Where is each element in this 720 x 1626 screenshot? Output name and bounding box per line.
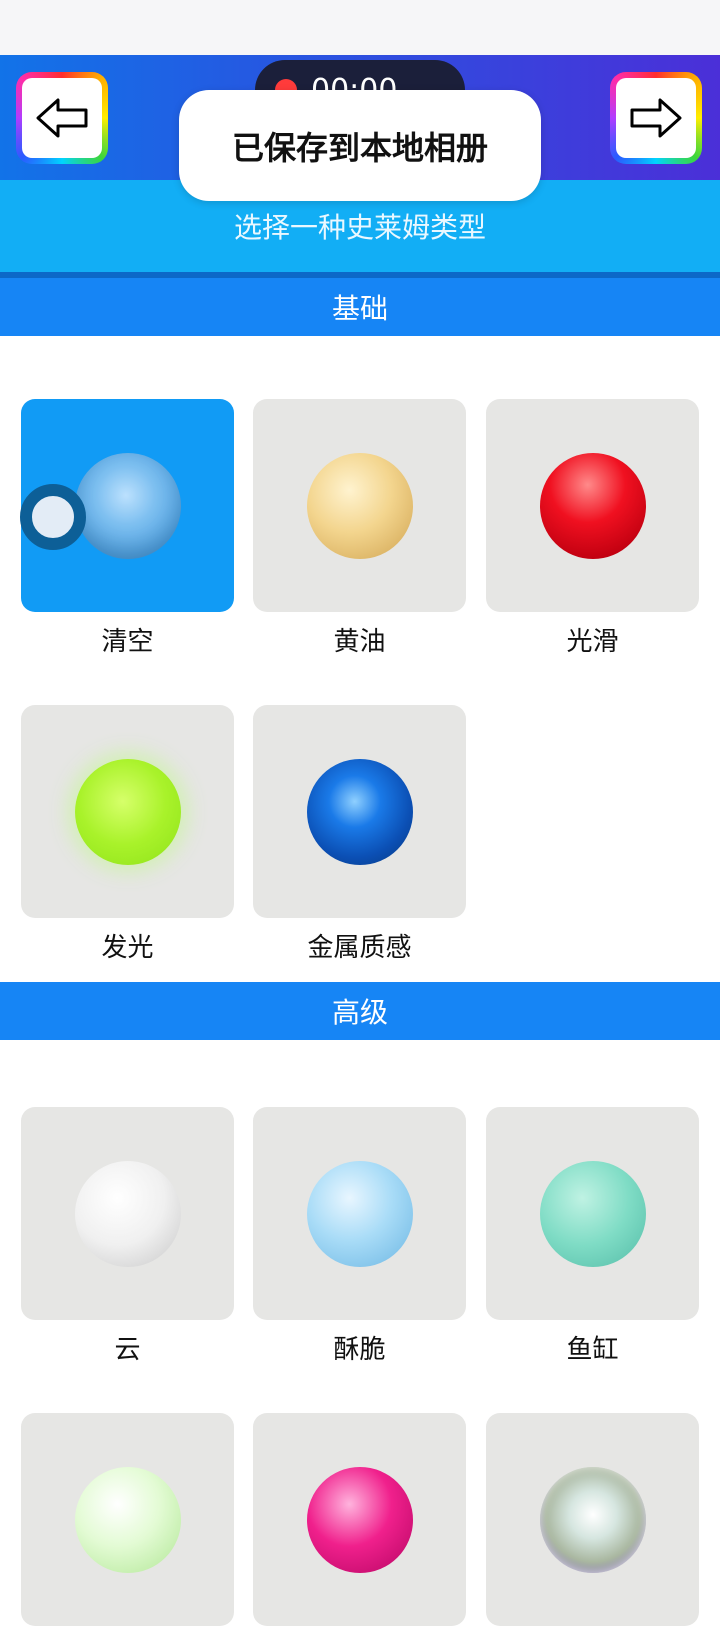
slime-label: 金属质感 (307, 933, 412, 963)
slime-option-pink[interactable] (253, 1413, 466, 1626)
section-title-advanced: 高级 (331, 996, 388, 1029)
slime-option-mint[interactable] (21, 1413, 234, 1626)
saved-toast: 已保存到本地相册 (179, 90, 541, 201)
slime-option-glossy[interactable] (486, 399, 699, 612)
glow-slime-ball (74, 758, 181, 865)
slime-option-metal[interactable] (253, 705, 466, 918)
section-title-basic: 基础 (331, 292, 388, 325)
slime-label: 清空 (101, 627, 154, 657)
slime-label: 酥脆 (333, 1335, 386, 1365)
metal-slime-ball (306, 758, 413, 865)
slime-option-butter[interactable] (253, 399, 466, 612)
slime-label: 光滑 (566, 627, 619, 657)
page-subtitle: 选择一种史莱姆类型 (233, 211, 486, 244)
right-arrow-icon (630, 98, 682, 138)
slime-label: 云 (114, 1335, 141, 1365)
prism-slime-ball (539, 1466, 646, 1573)
glossy-slime-ball (539, 452, 646, 559)
slime-label: 黄油 (333, 627, 386, 657)
toast-text: 已保存到本地相册 (231, 128, 488, 167)
clear-slime-ball (74, 452, 181, 559)
forward-button[interactable] (610, 72, 702, 164)
status-bar (0, 0, 720, 55)
slime-option-prism[interactable] (486, 1413, 699, 1626)
stingray-slime-ball (539, 1160, 646, 1267)
section-header-advanced: 高级 (0, 982, 720, 1040)
slime-label: 发光 (101, 933, 154, 963)
crisp-slime-ball (306, 1160, 413, 1267)
pink-slime-ball (306, 1466, 413, 1573)
butter-slime-ball (306, 452, 413, 559)
back-button[interactable] (16, 72, 108, 164)
slime-option-glow[interactable] (21, 705, 234, 918)
touch-indicator (20, 484, 86, 550)
slime-option-cloud[interactable] (21, 1107, 234, 1320)
slime-label: 鱼缸 (566, 1335, 619, 1365)
left-arrow-icon (36, 98, 88, 138)
section-header-basic: 基础 (0, 278, 720, 336)
cloud-slime-ball (74, 1160, 181, 1267)
slime-option-crisp[interactable] (253, 1107, 466, 1320)
slime-option-stingray[interactable] (486, 1107, 699, 1320)
mint-slime-ball (74, 1466, 181, 1573)
